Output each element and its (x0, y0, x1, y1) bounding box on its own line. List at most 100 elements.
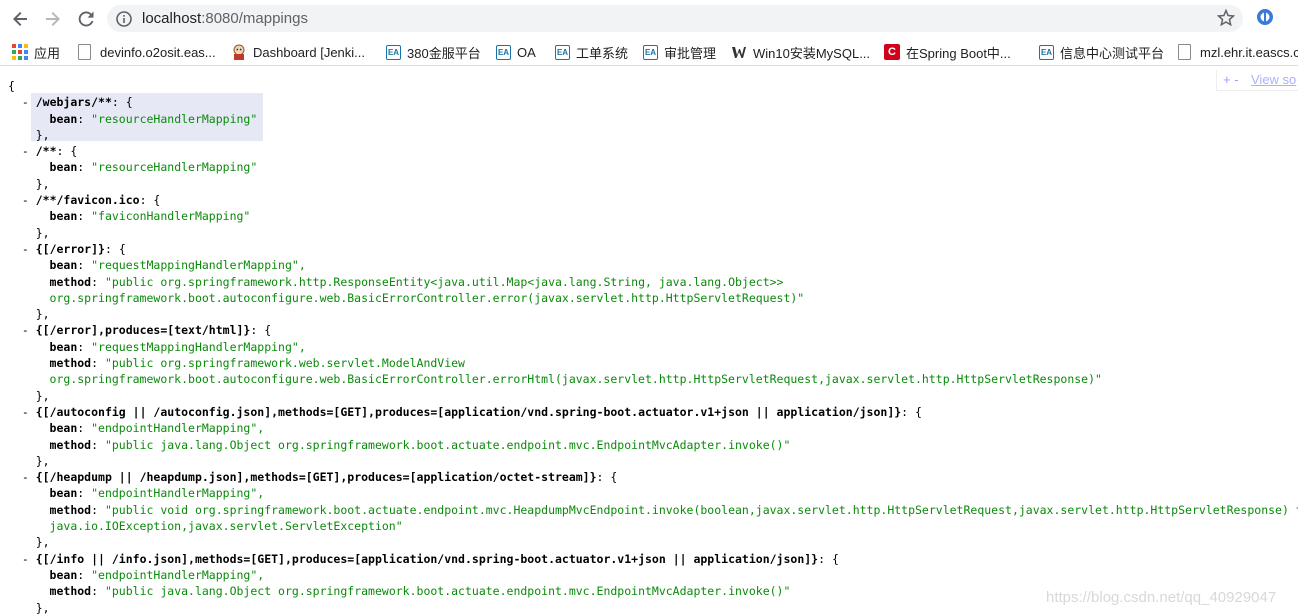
json-punct: : (77, 111, 92, 126)
collapser[interactable]: - (22, 95, 36, 109)
ea-icon: EA (386, 44, 401, 60)
json-punct: : (77, 160, 92, 175)
json-line: - {[/error]}: { (8, 241, 1298, 257)
json-string-value: "faviconHandlerMapping" (91, 209, 251, 224)
extension-icon[interactable] (1256, 8, 1274, 26)
back-button[interactable] (9, 8, 31, 30)
bookmark-ehr[interactable]: mzl.ehr.it.eascs.co (1176, 43, 1298, 61)
collapser[interactable]: - (22, 242, 36, 256)
json-line: - {[/autoconfig || /autoconfig.json],met… (8, 404, 1298, 420)
json-line: bean: "requestMappingHandlerMapping", (8, 339, 1298, 355)
info-icon[interactable] (116, 11, 132, 27)
json-key: bean (49, 486, 78, 501)
json-line: - /**: { (8, 143, 1298, 159)
json-line: org.springframework.boot.autoconfigure.w… (8, 290, 1298, 306)
reload-button[interactable] (75, 8, 97, 30)
collapser[interactable]: - (22, 144, 36, 158)
json-string-value: "public void org.springframework.boot.ac… (104, 502, 1298, 517)
star-icon[interactable] (1217, 9, 1235, 27)
json-punct: : (91, 584, 105, 599)
bookmark-win10-mysql[interactable]: Win10安装MySQL... (731, 43, 870, 61)
json-punct: : (77, 567, 92, 582)
json-line: - {[/info || /info.json],methods=[GET],p… (8, 551, 1298, 567)
json-string-value: "public java.lang.Object org.springframe… (104, 437, 791, 452)
json-line: }, (8, 453, 1298, 469)
json-line: }, (8, 176, 1298, 192)
json-line: bean: "endpointHandlerMapping", (8, 567, 1298, 583)
bookmark-oa[interactable]: EA OA (496, 43, 536, 61)
json-line: java.io.IOException,javax.servlet.Servle… (8, 518, 1298, 534)
json-line: bean: "endpointHandlerMapping", (8, 485, 1298, 501)
collapser[interactable]: - (22, 552, 36, 566)
json-line: method: "public org.springframework.http… (8, 274, 1298, 290)
bookmark-380[interactable]: EA 380金服平台 (386, 43, 481, 61)
csdn-icon: C (884, 44, 900, 60)
json-key: bean (49, 209, 78, 224)
json-string-value: "public java.lang.Object org.springframe… (104, 584, 791, 599)
json-line: bean: "endpointHandlerMapping", (8, 420, 1298, 436)
page-icon (1178, 44, 1191, 60)
page-icon (78, 44, 91, 60)
json-key: /webjars/** (35, 95, 112, 110)
json-string-value: org.springframework.boot.autoconfigure.w… (49, 372, 1102, 387)
bookmark-devinfo[interactable]: devinfo.o2osit.eas... (76, 43, 216, 61)
collapser[interactable]: - (22, 323, 36, 337)
bookmark-jenkins[interactable]: Dashboard [Jenki... (231, 43, 365, 61)
json-key: method (49, 584, 92, 599)
json-punct: : { (250, 323, 272, 338)
collapser[interactable]: - (22, 193, 36, 207)
json-punct: : (91, 437, 105, 452)
json-punct: : (91, 502, 105, 517)
json-key: bean (49, 160, 78, 175)
url-text[interactable]: localhost:8080/mappings (142, 10, 308, 27)
address-bar[interactable]: localhost:8080/mappings (107, 5, 1243, 32)
collapser[interactable]: - (22, 470, 36, 484)
json-viewer: + - View so { - /webjars/**: { bean: "re… (0, 66, 1298, 616)
json-punct: : { (901, 404, 922, 419)
json-line: bean: "requestMappingHandlerMapping", (8, 257, 1298, 273)
json-key: bean (49, 339, 78, 354)
bookmark-spring-boot[interactable]: C 在Spring Boot中... (884, 43, 1011, 61)
bookmarks-bar: 应用 devinfo.o2osit.eas... Dashboard [Jenk… (0, 37, 1298, 66)
json-line: bean: "resourceHandlerMapping" (8, 111, 1298, 127)
json-line: bean: "resourceHandlerMapping" (8, 159, 1298, 175)
collapser[interactable]: - (22, 405, 36, 419)
json-punct: : { (56, 144, 78, 159)
w-icon (731, 44, 747, 60)
json-string-value: "resourceHandlerMapping" (91, 160, 258, 175)
json-line: method: "public java.lang.Object org.spr… (8, 437, 1298, 453)
json-punct: }, (35, 176, 50, 191)
bookmark-info-center[interactable]: EA 信息中心测试平台 (1039, 43, 1164, 61)
reload-icon (78, 11, 94, 27)
json-key: method (49, 437, 92, 452)
json-punct: : { (818, 551, 839, 566)
ea-icon: EA (555, 44, 570, 60)
json-string-value: "public org.springframework.web.servlet.… (104, 356, 465, 371)
json-key: method (49, 274, 92, 289)
json-key: {[/error]} (35, 241, 105, 256)
json-punct: : (77, 258, 92, 273)
browser-toolbar: localhost:8080/mappings (0, 0, 1298, 37)
json-punct: : (77, 421, 92, 436)
jenkins-icon (231, 44, 247, 60)
json-line: }, (8, 306, 1298, 322)
bookmark-ticket-system[interactable]: EA 工单系统 (555, 43, 628, 61)
json-punct: { (8, 79, 15, 93)
json-punct: }, (35, 388, 50, 403)
json-line: }, (8, 388, 1298, 404)
json-key: {[/error],produces=[text/html]} (35, 323, 251, 338)
json-punct: : (77, 339, 92, 354)
json-punct: : (91, 356, 105, 371)
json-string-value: "requestMappingHandlerMapping", (91, 339, 306, 354)
json-key: method (49, 356, 92, 371)
bookmark-approval[interactable]: EA 审批管理 (643, 43, 716, 61)
json-line: - {[/heapdump || /heapdump.json],methods… (8, 469, 1298, 485)
json-body: { - /webjars/**: { bean: "resourceHandle… (8, 78, 1298, 616)
forward-button[interactable] (42, 8, 64, 30)
json-key: {[/autoconfig || /autoconfig.json],metho… (35, 404, 902, 419)
json-key: /**/favicon.ico (35, 193, 140, 208)
json-line: - /**/favicon.ico: { (8, 192, 1298, 208)
bookmark-apps[interactable]: 应用 (12, 43, 60, 61)
json-line: - /webjars/**: { (8, 94, 1298, 110)
json-line: method: "public void org.springframework… (8, 502, 1298, 518)
